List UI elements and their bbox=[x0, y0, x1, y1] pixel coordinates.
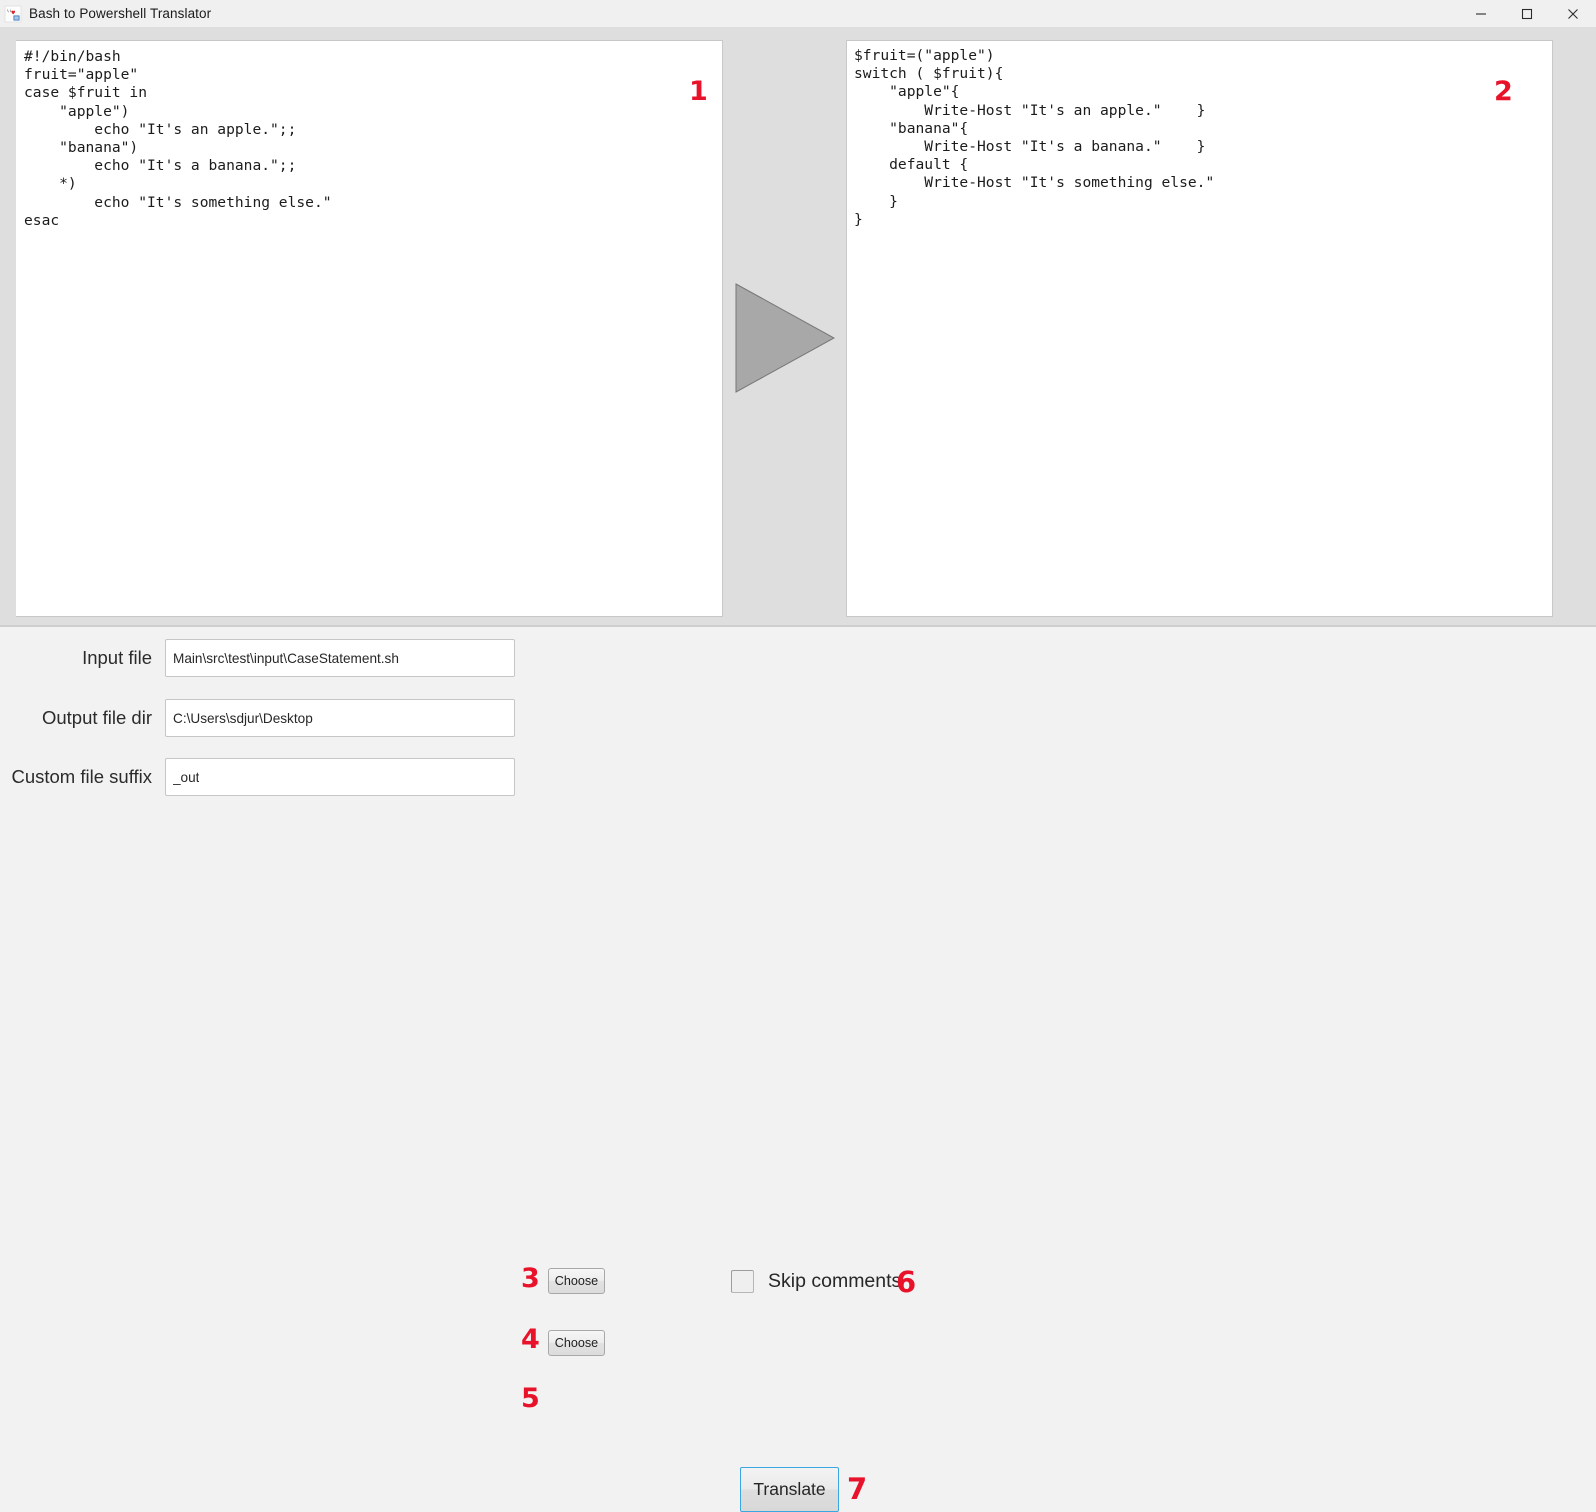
minimize-icon[interactable] bbox=[1458, 0, 1504, 27]
source-code-text[interactable]: #!/bin/bash fruit="apple" case $fruit in… bbox=[24, 48, 332, 230]
translate-arrow-icon bbox=[735, 283, 835, 393]
annotation-6: 6 bbox=[896, 1265, 917, 1299]
output-dir-field[interactable]: C:\Users\sdjur\Desktop bbox=[165, 699, 515, 737]
source-code-editor[interactable]: #!/bin/bash fruit="apple" case $fruit in… bbox=[16, 40, 723, 617]
output-dir-label: Output file dir bbox=[41, 707, 152, 728]
maximize-icon[interactable] bbox=[1504, 0, 1550, 27]
input-file-row: Input file Main\src\test\input\CaseState… bbox=[0, 637, 640, 679]
custom-suffix-value[interactable]: _out bbox=[173, 770, 199, 785]
custom-suffix-field[interactable]: _out bbox=[165, 758, 515, 796]
app-icon bbox=[4, 5, 22, 23]
settings-form: Input file Main\src\test\input\CaseState… bbox=[0, 627, 1596, 1512]
title-bar: Bash to Powershell Translator bbox=[0, 0, 1596, 28]
skip-comments-checkbox[interactable] bbox=[731, 1270, 754, 1293]
skip-comments-label: Skip comments bbox=[768, 1270, 902, 1292]
custom-suffix-label: Custom file suffix bbox=[11, 766, 152, 787]
input-file-field[interactable]: Main\src\test\input\CaseStatement.sh bbox=[165, 639, 515, 677]
target-code-text[interactable]: $fruit=("apple") switch ( $fruit){ "appl… bbox=[854, 47, 1214, 229]
input-file-value[interactable]: Main\src\test\input\CaseStatement.sh bbox=[173, 651, 399, 666]
output-dir-value[interactable]: C:\Users\sdjur\Desktop bbox=[173, 711, 313, 726]
editor-area: #!/bin/bash fruit="apple" case $fruit in… bbox=[0, 28, 1596, 625]
window-title: Bash to Powershell Translator bbox=[29, 6, 212, 21]
input-file-label: Input file bbox=[82, 647, 152, 668]
skip-comments-row[interactable]: Skip comments bbox=[731, 1270, 901, 1293]
custom-suffix-row: Custom file suffix _out bbox=[0, 756, 640, 798]
annotation-1: 1 bbox=[689, 76, 708, 107]
annotation-5: 5 bbox=[521, 1383, 540, 1414]
annotation-7: 7 bbox=[847, 1472, 868, 1506]
annotation-4: 4 bbox=[521, 1324, 540, 1355]
window-controls bbox=[1458, 0, 1596, 27]
output-dir-row: Output file dir C:\Users\sdjur\Desktop bbox=[0, 697, 640, 739]
close-icon[interactable] bbox=[1550, 0, 1596, 27]
choose-input-file-button[interactable]: Choose bbox=[548, 1268, 605, 1294]
translate-button[interactable]: Translate bbox=[740, 1467, 839, 1512]
annotation-2: 2 bbox=[1494, 76, 1513, 107]
annotation-3: 3 bbox=[521, 1263, 540, 1294]
target-code-editor[interactable]: $fruit=("apple") switch ( $fruit){ "appl… bbox=[846, 40, 1553, 617]
choose-output-dir-button[interactable]: Choose bbox=[548, 1330, 605, 1356]
